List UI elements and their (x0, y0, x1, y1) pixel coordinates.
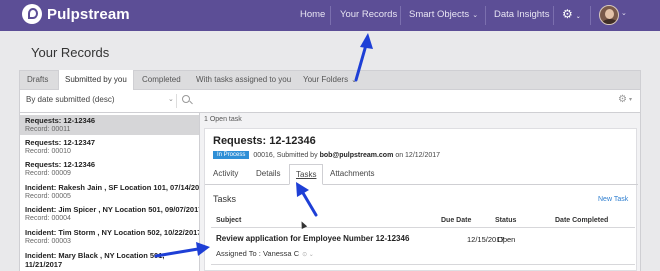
page-title: Your Records (31, 45, 110, 60)
chevron-down-icon: ⌄ (351, 77, 357, 84)
record-card: Requests: 12-12346 In Process 00016, Sub… (204, 128, 638, 271)
tab-completed[interactable]: Completed (142, 75, 181, 84)
record-detail-panel: 1 Open task Requests: 12-12346 In Proces… (200, 113, 641, 271)
list-item[interactable]: Requests: 12-12346 Record: 00009 (20, 160, 199, 180)
record-title: Requests: 12-12347 (25, 138, 96, 147)
task-assignee[interactable]: Assigned To : Vanessa C ⊙ ⌄ (216, 249, 314, 258)
submitter-email: bob@pulpstream.com (319, 151, 394, 159)
list-item[interactable]: Incident: Mary Black , NY Location 501, … (20, 251, 199, 271)
tab-with-tasks-assigned[interactable]: With tasks assigned to you (196, 75, 291, 84)
record-title: Incident: Tim Storm , NY Location 502, 1… (25, 228, 200, 237)
chevron-down-icon: ⌄ (575, 14, 581, 20)
list-item[interactable]: Incident: Jim Spicer , NY Location 501, … (20, 205, 200, 225)
nav-divider (553, 6, 554, 25)
record-title: Requests: 12-12346 (25, 116, 96, 125)
record-number: Record: 00011 (25, 126, 71, 133)
record-number: Record: 00009 (25, 170, 71, 177)
new-task-link[interactable]: New Task (598, 196, 628, 203)
nav-smart-objects-label: Smart Objects (409, 9, 470, 20)
open-task-count: 1 Open task (204, 116, 242, 123)
tab-your-folders[interactable]: Your Folders ⌄ (303, 75, 357, 84)
gear-icon: ⚙ (562, 7, 573, 21)
record-number: Record: 00004 (25, 215, 71, 222)
brand-logo[interactable]: Pulpstream (22, 4, 130, 24)
column-due-date: Due Date (441, 217, 472, 224)
list-item[interactable]: Incident: Tim Storm , NY Location 502, 1… (20, 228, 200, 248)
column-status: Status (495, 217, 517, 224)
record-number: Record: 00005 (25, 193, 71, 200)
tab-underline (205, 184, 638, 185)
column-date-completed: Date Completed (555, 217, 609, 224)
chevron-down-icon[interactable]: ⌄ (621, 9, 627, 17)
tab-attachments[interactable]: Attachments (330, 169, 374, 178)
task-assignee-label: Assigned To : Vanessa C (216, 249, 300, 258)
nav-home[interactable]: Home (300, 9, 325, 20)
sort-select[interactable]: By date submitted (desc) (26, 95, 114, 104)
settings-menu[interactable]: ⚙ ⌄ (562, 7, 581, 21)
nav-smart-objects[interactable]: Smart Objects ⌄ (409, 9, 478, 20)
nav-data-insights[interactable]: Data Insights (494, 9, 549, 20)
record-title: Incident: Mary Black , NY Location 501, (25, 251, 165, 260)
tab-drafts[interactable]: Drafts (27, 75, 48, 84)
status-badge: In Process (213, 151, 250, 159)
record-tabs: Drafts Submitted by you Completed With t… (19, 70, 641, 90)
search-icon[interactable] (182, 95, 190, 103)
list-item[interactable]: Requests: 12-12347 Record: 00010 (20, 138, 199, 158)
record-meta: In Process 00016, Submitted by bob@pulps… (213, 151, 440, 159)
record-title-heading: Requests: 12-12346 (213, 135, 316, 147)
user-avatar[interactable] (599, 5, 619, 25)
nav-divider (400, 6, 401, 25)
record-title: Incident: Jim Spicer , NY Location 501, … (25, 205, 200, 214)
assignee-menu-icon: ⊙ ⌄ (302, 252, 314, 258)
filter-bar: By date submitted (desc) ⌄ ⚙ ▾ (19, 90, 641, 113)
top-navbar: Pulpstream Home Your Records Smart Objec… (0, 0, 660, 31)
filter-divider (176, 94, 177, 108)
record-title: Requests: 12-12346 (25, 160, 96, 169)
nav-divider (330, 6, 331, 25)
list-item[interactable]: Incident: Rakesh Jain , SF Location 101,… (20, 183, 200, 203)
record-title: Incident: Rakesh Jain , SF Location 101,… (25, 183, 200, 192)
list-item[interactable]: Requests: 12-12346 Record: 00011 (20, 115, 199, 135)
table-divider (211, 227, 635, 228)
record-list: Requests: 12-12346 Record: 00011 Request… (19, 113, 200, 271)
chevron-down-icon: ⌄ (472, 12, 479, 19)
record-number: Record: 00010 (25, 148, 71, 155)
nav-divider (590, 6, 591, 25)
tab-your-folders-label: Your Folders (303, 75, 349, 84)
tab-tasks[interactable]: Tasks (289, 164, 324, 185)
record-title-date: 11/21/2017 (25, 260, 63, 269)
task-status: Open (497, 235, 516, 244)
tab-details[interactable]: Details (256, 169, 280, 178)
pulpstream-logo-icon (22, 4, 42, 24)
gear-icon[interactable]: ⚙ (618, 94, 627, 105)
meta-suffix: on 12/12/2017 (395, 151, 441, 159)
tab-submitted-by-you[interactable]: Submitted by you (58, 70, 134, 90)
tasks-heading: Tasks (213, 194, 237, 204)
brand-name: Pulpstream (47, 5, 130, 23)
caret-down-icon[interactable]: ▾ (629, 96, 632, 103)
nav-divider (485, 6, 486, 25)
table-divider (211, 264, 635, 265)
chevron-down-icon[interactable]: ⌄ (168, 95, 174, 103)
meta-prefix: 00016, Submitted by (253, 151, 318, 159)
task-subject-link[interactable]: Review application for Employee Number 1… (216, 234, 409, 243)
record-number: Record: 00003 (25, 238, 71, 245)
tab-activity[interactable]: Activity (213, 169, 238, 178)
nav-your-records[interactable]: Your Records (340, 9, 397, 20)
column-subject: Subject (216, 217, 242, 224)
